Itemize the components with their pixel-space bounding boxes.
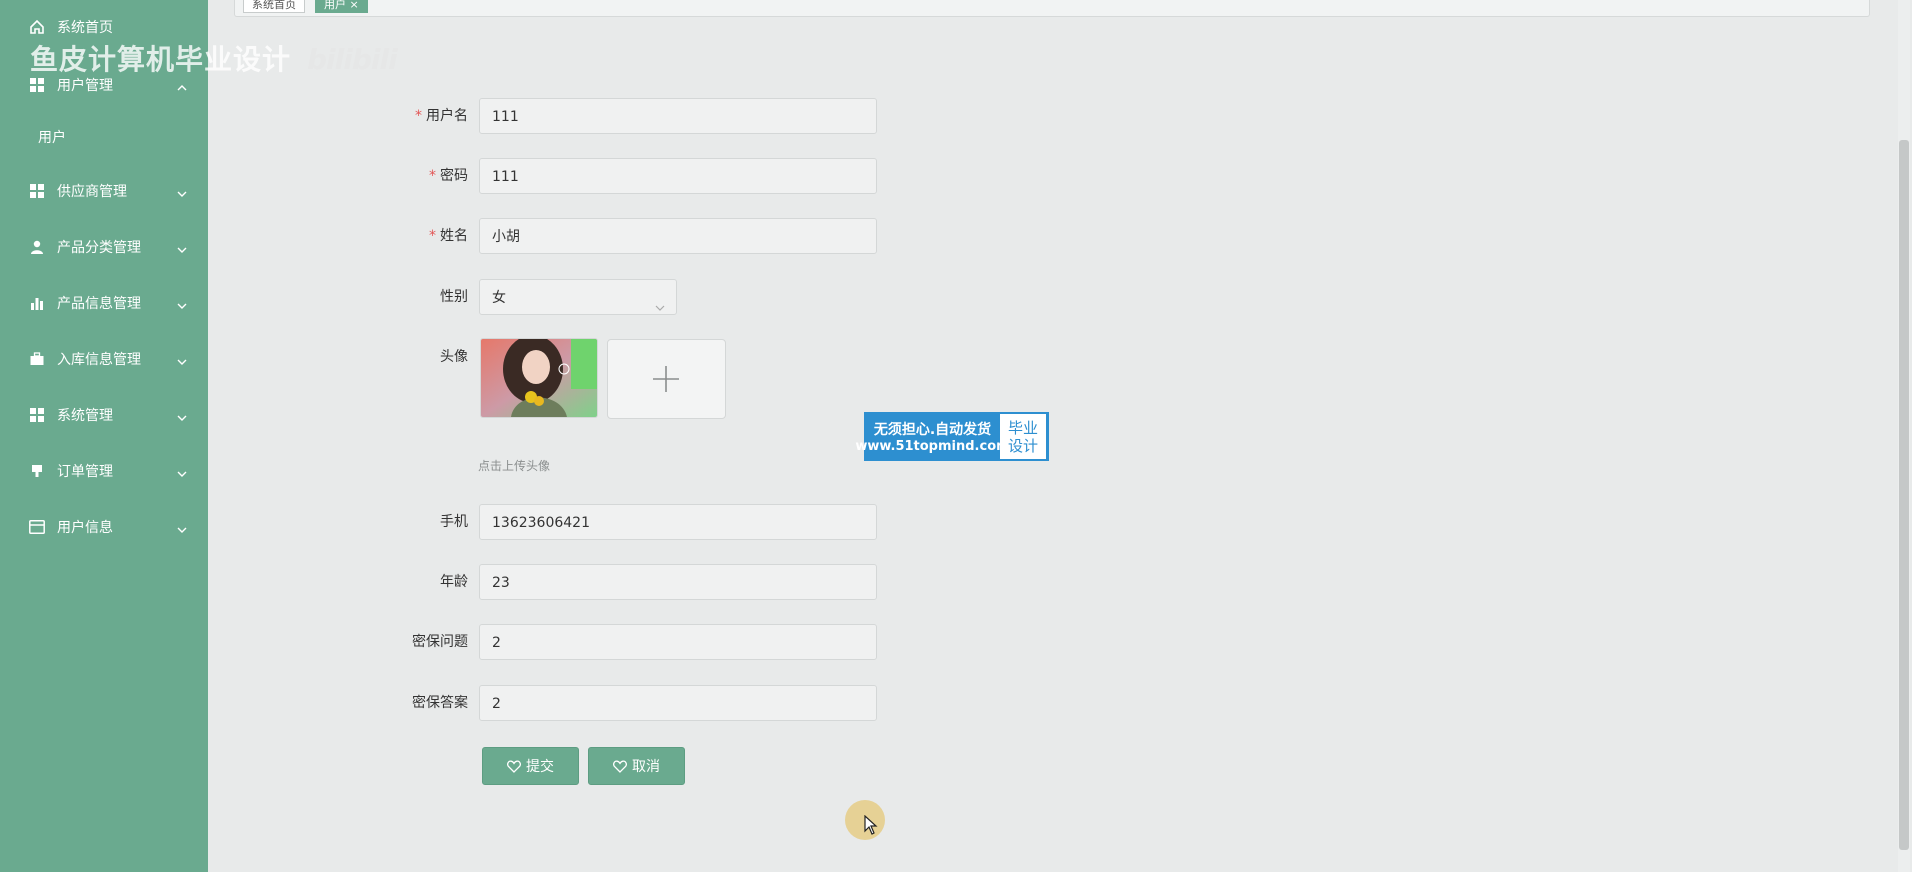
breadcrumb-tab-home[interactable]: 系统首页 (243, 0, 305, 13)
sidebar-item-label: 系统首页 (57, 20, 113, 36)
chevron-down-icon (176, 297, 188, 309)
bar-chart-icon (29, 295, 45, 311)
sidebar-item-supplier-management[interactable]: 供应商管理 (0, 171, 208, 211)
chevron-down-icon (176, 465, 188, 477)
sidebar: 系统首页 用户管理 用户 供应商管理 产品分类管理 产品信息管理 入库信息管理 … (0, 0, 398, 872)
avatar-upload-button[interactable] (607, 339, 726, 419)
sidebar-item-product-info[interactable]: 产品信息管理 (0, 283, 208, 323)
required-mark: * (429, 228, 436, 244)
chevron-down-icon (176, 353, 188, 365)
avatar-image[interactable] (480, 338, 598, 418)
cancel-button-label: 取消 (632, 759, 660, 775)
avatar-label: 头像 (348, 338, 468, 376)
age-label-text: 年龄 (440, 574, 468, 590)
sidebar-item-user-info[interactable]: 用户信息 (0, 507, 208, 547)
chevron-down-icon (654, 292, 666, 311)
sidebar-item-label: 入库信息管理 (57, 352, 141, 368)
ad-side2: 设计 (1007, 436, 1038, 455)
sidebar-item-label: 供应商管理 (57, 184, 127, 200)
avatar-upload-hint: 点击上传头像 (478, 459, 551, 473)
phone-field[interactable]: 13623606421 (479, 504, 877, 540)
cancel-button[interactable]: 取消 (588, 747, 685, 785)
security-answer-field[interactable]: 2 (479, 685, 877, 721)
sidebar-item-product-category[interactable]: 产品分类管理 (0, 227, 208, 267)
heart-icon (613, 760, 627, 773)
gender-selected-value: 女 (492, 290, 506, 306)
sidebar-item-label: 产品分类管理 (57, 240, 141, 256)
person-icon (29, 239, 45, 255)
password-label-text: 密码 (440, 168, 468, 184)
sidebar-item-order-management[interactable]: 订单管理 (0, 451, 208, 491)
security-answer-label-text: 密保答案 (412, 695, 468, 711)
ad-line1: 无须担心.自动发货 (873, 422, 992, 438)
submit-button[interactable]: 提交 (482, 747, 579, 785)
watermark: 鱼皮计算机毕业设计 bilibili (30, 38, 398, 78)
age-label: 年龄 (348, 563, 468, 601)
sidebar-subitem-user[interactable]: 用户 (0, 117, 208, 157)
password-label: * 密码 (348, 157, 468, 195)
gender-select[interactable]: 女 (479, 279, 677, 315)
chevron-down-icon (176, 409, 188, 421)
gender-label: 性别 (348, 278, 468, 316)
heart-icon (507, 760, 521, 773)
sidebar-subitem-label: 用户 (38, 130, 66, 146)
age-field[interactable]: 23 (479, 564, 877, 600)
sidebar-item-label: 系统管理 (57, 408, 113, 424)
name-field[interactable]: 小胡 (479, 218, 877, 254)
grid-icon (29, 77, 45, 93)
mouse-cursor-icon (864, 814, 878, 839)
username-field[interactable]: 111 (479, 98, 877, 134)
avatar-label-text: 头像 (440, 349, 468, 365)
grid-icon (29, 183, 45, 199)
password-field[interactable]: 111 (479, 158, 877, 194)
card-icon (29, 519, 45, 535)
required-mark: * (429, 168, 436, 184)
phone-label: 手机 (348, 503, 468, 541)
breadcrumb-tab-user[interactable]: 用户 × (315, 0, 368, 13)
bilibili-logo: bilibili (307, 43, 398, 76)
watermark-text: 鱼皮计算机毕业设计 (30, 43, 292, 76)
chevron-down-icon (176, 521, 188, 533)
required-mark: * (415, 108, 422, 124)
sidebar-item-inbound-info[interactable]: 入库信息管理 (0, 339, 208, 379)
security-question-label: 密保问题 (348, 623, 468, 661)
security-question-field[interactable]: 2 (479, 624, 877, 660)
security-answer-label: 密保答案 (348, 684, 468, 722)
home-icon (29, 19, 45, 35)
breadcrumb: 系统首页 用户 × (234, 0, 1870, 17)
sidebar-item-label: 产品信息管理 (57, 296, 141, 312)
sidebar-item-label: 用户管理 (57, 78, 113, 94)
stamp-icon (29, 463, 45, 479)
chevron-down-icon (176, 241, 188, 253)
username-label-text: 用户名 (426, 108, 468, 124)
sidebar-item-label: 用户信息 (57, 520, 113, 536)
grid-icon (29, 407, 45, 423)
name-label-text: 姓名 (440, 228, 468, 244)
chevron-down-icon (176, 185, 188, 197)
ad-banner[interactable]: 无须担心.自动发货 www.51topmind.com 毕业 设计 (855, 412, 1049, 461)
briefcase-icon (29, 351, 45, 367)
phone-label-text: 手机 (440, 514, 468, 530)
name-label: * 姓名 (348, 217, 468, 255)
ad-line2: www.51topmind.com (855, 439, 1010, 454)
chevron-up-icon (176, 79, 188, 91)
ad-side1: 毕业 (1007, 418, 1038, 437)
gender-label-text: 性别 (440, 289, 468, 305)
plus-icon (653, 366, 679, 392)
sidebar-item-label: 订单管理 (57, 464, 113, 480)
security-question-label-text: 密保问题 (412, 634, 468, 650)
username-label: * 用户名 (348, 97, 468, 135)
sidebar-item-system-management[interactable]: 系统管理 (0, 395, 208, 435)
submit-button-label: 提交 (526, 759, 554, 775)
scrollbar-thumb[interactable] (1899, 140, 1909, 850)
